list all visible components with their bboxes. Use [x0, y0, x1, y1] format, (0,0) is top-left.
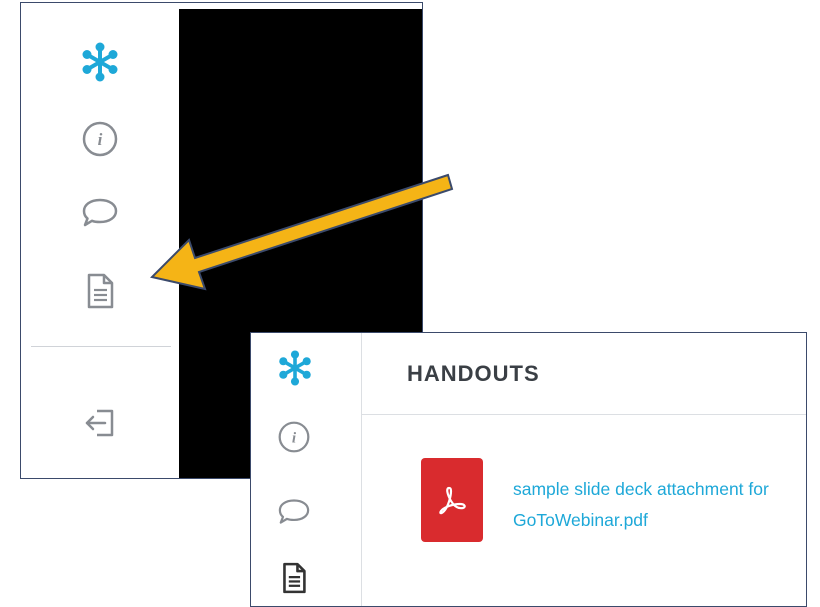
info-icon[interactable]: i [80, 119, 120, 159]
pdf-icon [421, 458, 483, 542]
panel-title: HANDOUTS [407, 361, 540, 386]
rail-separator [361, 333, 362, 606]
info-icon[interactable]: i [275, 418, 313, 456]
goto-logo-icon[interactable] [79, 41, 121, 83]
exit-icon[interactable] [81, 403, 121, 443]
document-icon[interactable] [279, 559, 309, 597]
handout-item[interactable]: sample slide deck attachment for GoToWeb… [421, 458, 806, 542]
chat-bubble-icon[interactable] [80, 195, 120, 231]
goto-logo-icon[interactable] [276, 349, 314, 387]
svg-text:i: i [98, 130, 103, 149]
chat-bubble-icon[interactable] [275, 495, 313, 529]
handout-link[interactable]: sample slide deck attachment for GoToWeb… [513, 474, 806, 536]
sidebar-rail: i [251, 333, 361, 606]
document-icon[interactable] [82, 271, 118, 311]
svg-text:i: i [292, 429, 297, 446]
header-divider [362, 414, 806, 415]
rail-divider [31, 346, 171, 347]
handouts-panel-screenshot: i HANDOUTS sample slide deck attachment … [250, 332, 807, 607]
